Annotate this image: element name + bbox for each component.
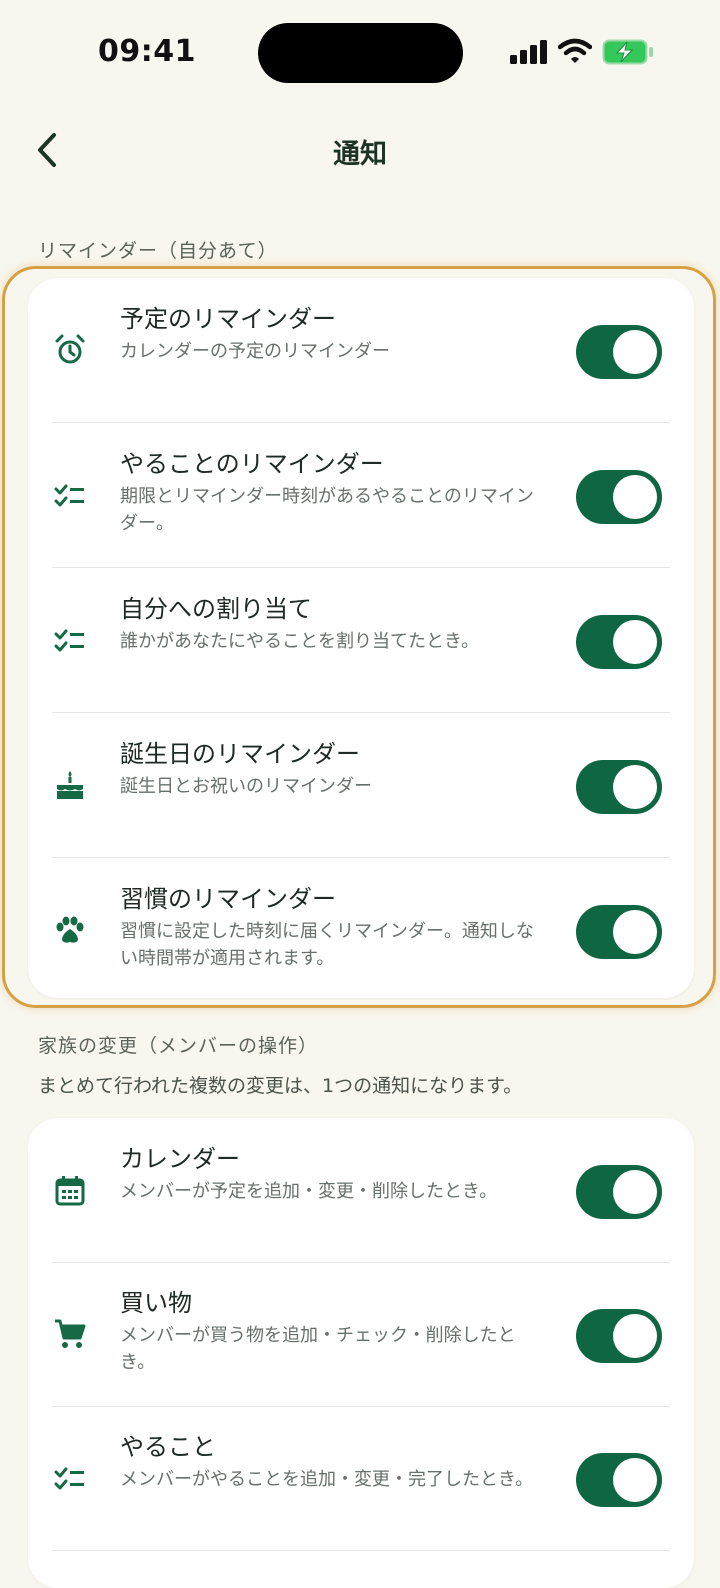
setting-description: カレンダーの予定のリマインダー [120, 341, 390, 362]
section-header-family: 家族の変更（メンバーの操作） [38, 1035, 319, 1057]
status-time: 09:41 [98, 34, 196, 69]
wifi-icon [558, 38, 592, 63]
setting-title: 自分への割り当て [120, 595, 312, 623]
family-card: カレンダー メンバーが予定を追加・変更・削除したとき。 買い物 メンバーが買う物… [28, 1118, 694, 1588]
setting-title: 買い物 [120, 1289, 192, 1317]
setting-title: やることのリマインダー [120, 450, 384, 478]
section-header-reminders: リマインダー（自分あて） [38, 240, 278, 262]
status-bar: 09:41 [0, 0, 720, 100]
setting-row-calendar[interactable]: カレンダー メンバーが予定を追加・変更・削除したとき。 [28, 1118, 694, 1263]
setting-title: カレンダー [120, 1145, 240, 1173]
toggle-switch[interactable] [576, 760, 662, 814]
checklist-icon [52, 477, 88, 513]
toggle-switch[interactable] [576, 615, 662, 669]
toggle-switch[interactable] [576, 1453, 662, 1507]
nav-bar: 通知 [0, 110, 720, 190]
setting-row-birthday-reminder[interactable]: 誕生日のリマインダー 誕生日とお祝いのリマインダー [28, 713, 694, 858]
setting-description: メンバーがやることを追加・変更・完了したとき。 [120, 1469, 534, 1490]
setting-title: 誕生日のリマインダー [120, 740, 360, 768]
setting-row-event-reminder[interactable]: 予定のリマインダー カレンダーの予定のリマインダー [28, 278, 694, 423]
checklist-icon [52, 1460, 88, 1496]
setting-row-todo-reminder[interactable]: やることのリマインダー 期限とリマインダー時刻があるやることのリマインダー。 [28, 423, 694, 568]
setting-description: メンバーが予定を追加・変更・削除したとき。 [120, 1181, 498, 1202]
setting-description: 誕生日とお祝いのリマインダー [120, 776, 372, 797]
setting-row-habit-reminder[interactable]: 習慣のリマインダー 習慣に設定した時刻に届くリマインダー。通知しない時間帯が適用… [28, 858, 694, 1003]
setting-title: やること [120, 1433, 216, 1461]
setting-description: メンバーが買う物を追加・チェック・削除したとき。 [120, 1325, 516, 1373]
cellular-signal-icon [510, 40, 547, 64]
toggle-switch[interactable] [576, 905, 662, 959]
toggle-switch[interactable] [576, 1165, 662, 1219]
setting-row-shopping[interactable]: 買い物 メンバーが買う物を追加・チェック・削除したとき。 [28, 1262, 694, 1407]
page-title: 通知 [333, 139, 387, 170]
toggle-switch[interactable] [576, 470, 662, 524]
setting-description: 期限とリマインダー時刻があるやることのリマインダー。 [120, 486, 534, 534]
setting-row-assigned-to-me[interactable]: 自分への割り当て 誰かがあなたにやることを割り当てたとき。 [28, 568, 694, 713]
setting-description: 誰かがあなたにやることを割り当てたとき。 [120, 631, 480, 652]
setting-row-todo[interactable]: やること メンバーがやることを追加・変更・完了したとき。 [28, 1406, 694, 1551]
cart-icon [52, 1316, 88, 1352]
section-note-family: まとめて行われた複数の変更は、1つの通知になります。 [38, 1075, 523, 1097]
setting-title: 予定のリマインダー [120, 305, 336, 333]
cake-icon [52, 767, 88, 803]
dynamic-island [258, 23, 463, 83]
toggle-switch[interactable] [576, 1309, 662, 1363]
setting-title: 習慣のリマインダー [120, 885, 336, 913]
calendar-icon [52, 1172, 88, 1208]
divider [52, 1550, 670, 1551]
checklist-icon [52, 622, 88, 658]
setting-description: 習慣に設定した時刻に届くリマインダー。通知しない時間帯が適用されます。 [120, 921, 534, 969]
toggle-switch[interactable] [576, 325, 662, 379]
alarm-clock-icon [52, 332, 88, 368]
reminders-card: 予定のリマインダー カレンダーの予定のリマインダー やることのリマインダー 期限… [28, 278, 694, 998]
battery-charging-icon [602, 39, 653, 65]
paw-icon [52, 912, 88, 948]
